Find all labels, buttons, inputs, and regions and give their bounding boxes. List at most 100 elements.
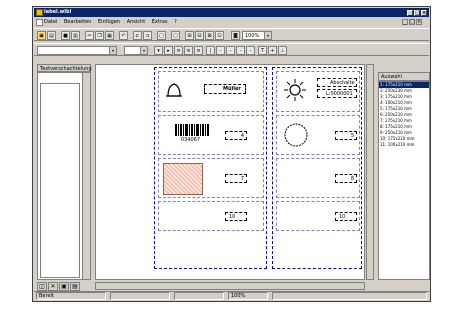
left-panel-header: Textverschachtelung: [37, 64, 92, 72]
status-text: Bereit: [36, 292, 106, 300]
number-text: 5: [350, 133, 354, 139]
left-panel: [37, 72, 91, 280]
barcode-number: 034067: [181, 137, 201, 143]
selection-frame[interactable]: Müller: [204, 84, 246, 94]
name-text: Müller: [223, 86, 241, 92]
mdi-close-button[interactable]: ×: [416, 19, 422, 25]
rect-icon[interactable]: -: [236, 46, 245, 55]
flip-icon[interactable]: ⊥: [278, 46, 287, 55]
label-cell[interactable]: Müller: [158, 71, 264, 112]
chevron-down-icon: ▾: [109, 47, 116, 54]
options-icon[interactable]: ⊡: [215, 31, 224, 40]
zoom-combo[interactable]: 100% ▾: [242, 31, 272, 40]
rotate-right-icon[interactable]: -: [216, 46, 225, 55]
menu-ansicht[interactable]: Ansicht: [127, 19, 145, 25]
italic-icon[interactable]: ▸: [164, 46, 173, 55]
editor-vscrollbar[interactable]: [366, 64, 374, 280]
menu-einfuegen[interactable]: Einfügen: [98, 19, 120, 25]
app-window: label.wlbl _ □ × Datei Bearbeiten Einfüg…: [32, 6, 431, 302]
save-icon[interactable]: ■: [61, 31, 70, 40]
status-zoom: 100%: [228, 292, 268, 300]
cut-icon[interactable]: ✂: [85, 31, 94, 40]
minimize-button[interactable]: _: [407, 10, 413, 16]
mdi-minimize-button[interactable]: _: [402, 19, 408, 25]
label-editor[interactable]: Müller 034067 4 7 10 Abschalte L:0000001…: [95, 64, 365, 280]
copy-icon[interactable]: ❐: [95, 31, 104, 40]
chevron-down-icon: ▾: [140, 47, 147, 54]
size-combo[interactable]: ▾: [124, 46, 148, 55]
menu-bearbeiten[interactable]: Bearbeiten: [64, 19, 91, 25]
new-icon[interactable]: ▣: [37, 31, 46, 40]
undo-icon[interactable]: ↶: [119, 31, 128, 40]
label-cell[interactable]: 5: [276, 115, 360, 155]
menu-datei[interactable]: Datei: [44, 19, 57, 25]
lamp-icon: [284, 79, 306, 101]
ellipse-icon[interactable]: -: [246, 46, 255, 55]
nested-text-area[interactable]: [40, 83, 80, 278]
database-icon[interactable]: ⊟: [195, 31, 204, 40]
label-cell[interactable]: 10: [276, 201, 360, 231]
frame-icon[interactable]: □: [157, 31, 166, 40]
bell-icon: [166, 83, 182, 97]
right-panel-list[interactable]: 1: 175x210 mm 2: 250x230 mm 3: 175x210 m…: [378, 81, 430, 280]
add-icon[interactable]: ◫: [37, 282, 47, 291]
window-title: label.wlbl: [44, 9, 72, 15]
justify-icon[interactable]: ≡: [194, 46, 203, 55]
font-combo[interactable]: ▾: [37, 46, 117, 55]
page-icon[interactable]: ▣: [59, 282, 69, 291]
align-center-icon[interactable]: ≡: [184, 46, 193, 55]
text-field[interactable]: Abschalte: [317, 78, 357, 87]
tools-icon[interactable]: ⊠: [205, 31, 214, 40]
number-text: 8: [350, 176, 354, 182]
text-field[interactable]: 10: [335, 212, 357, 221]
label-cell[interactable]: 8: [276, 158, 360, 198]
bold-icon[interactable]: ▾: [154, 46, 163, 55]
line-icon[interactable]: -: [226, 46, 235, 55]
align-left-icon[interactable]: ⊏: [133, 31, 142, 40]
barcode-icon: [175, 124, 209, 136]
properties-icon[interactable]: ⊞: [185, 31, 194, 40]
text-field[interactable]: L:0000001: [317, 89, 357, 98]
left-panel-scrollbar[interactable]: [82, 73, 90, 279]
number-field[interactable]: 7: [225, 174, 247, 183]
label-cell[interactable]: Abschalte L:0000001: [276, 71, 360, 112]
group-icon[interactable]: ▢: [171, 31, 180, 40]
underline-icon[interactable]: ≡: [174, 46, 183, 55]
move-icon[interactable]: +: [268, 46, 277, 55]
circle-icon: [284, 123, 308, 147]
open-icon[interactable]: ▤: [47, 31, 56, 40]
align-right-icon[interactable]: ⊐: [143, 31, 152, 40]
list-icon[interactable]: ▤: [70, 282, 80, 291]
field-text: 10: [339, 214, 346, 220]
number-field[interactable]: 5: [335, 131, 357, 140]
label-cell[interactable]: 10: [158, 201, 264, 231]
mdi-restore-button[interactable]: □: [409, 19, 415, 25]
image-placeholder[interactable]: [163, 163, 203, 195]
app-icon: [36, 9, 43, 16]
text-icon[interactable]: T: [258, 46, 267, 55]
editor-hscrollbar[interactable]: [95, 282, 365, 290]
label-page-left: Müller 034067 4 7 10: [154, 67, 267, 269]
chevron-down-icon: ▾: [264, 32, 271, 39]
status-extra: [272, 292, 427, 300]
format-toolbar: ▾ ▾ ▾ ▸ ≡ ≡ ≡ | - - - - T + ⊥: [34, 43, 429, 56]
menu-extras[interactable]: Extras: [152, 19, 168, 25]
menu-help[interactable]: ?: [174, 19, 177, 25]
maximize-button[interactable]: □: [414, 10, 420, 16]
label-page-right: Abschalte L:0000001 5 8 10: [272, 67, 362, 269]
list-item[interactable]: 11: 100x210 mm: [379, 142, 429, 148]
label-cell[interactable]: 7: [158, 158, 264, 198]
zoom-icon[interactable]: ◙: [231, 31, 240, 40]
field-text: 10: [229, 214, 236, 220]
number-field[interactable]: 4: [225, 131, 247, 140]
rotate-left-icon[interactable]: |: [206, 46, 215, 55]
close-button[interactable]: ×: [421, 10, 427, 16]
number-field[interactable]: 8: [335, 174, 357, 183]
number-text: 7: [240, 176, 244, 182]
delete-icon[interactable]: ✕: [48, 282, 58, 291]
paste-icon[interactable]: ▦: [105, 31, 114, 40]
label-cell[interactable]: 034067 4: [158, 115, 264, 155]
text-field[interactable]: 10: [225, 212, 247, 221]
print-icon[interactable]: ▥: [71, 31, 80, 40]
main-toolbar: ▣ ▤ ■ ▥ ✂ ❐ ▦ ↶ ⊏ ⊐ □ ▢ ⊞ ⊟ ⊠ ⊡ ◙ 100% ▾: [34, 28, 429, 41]
